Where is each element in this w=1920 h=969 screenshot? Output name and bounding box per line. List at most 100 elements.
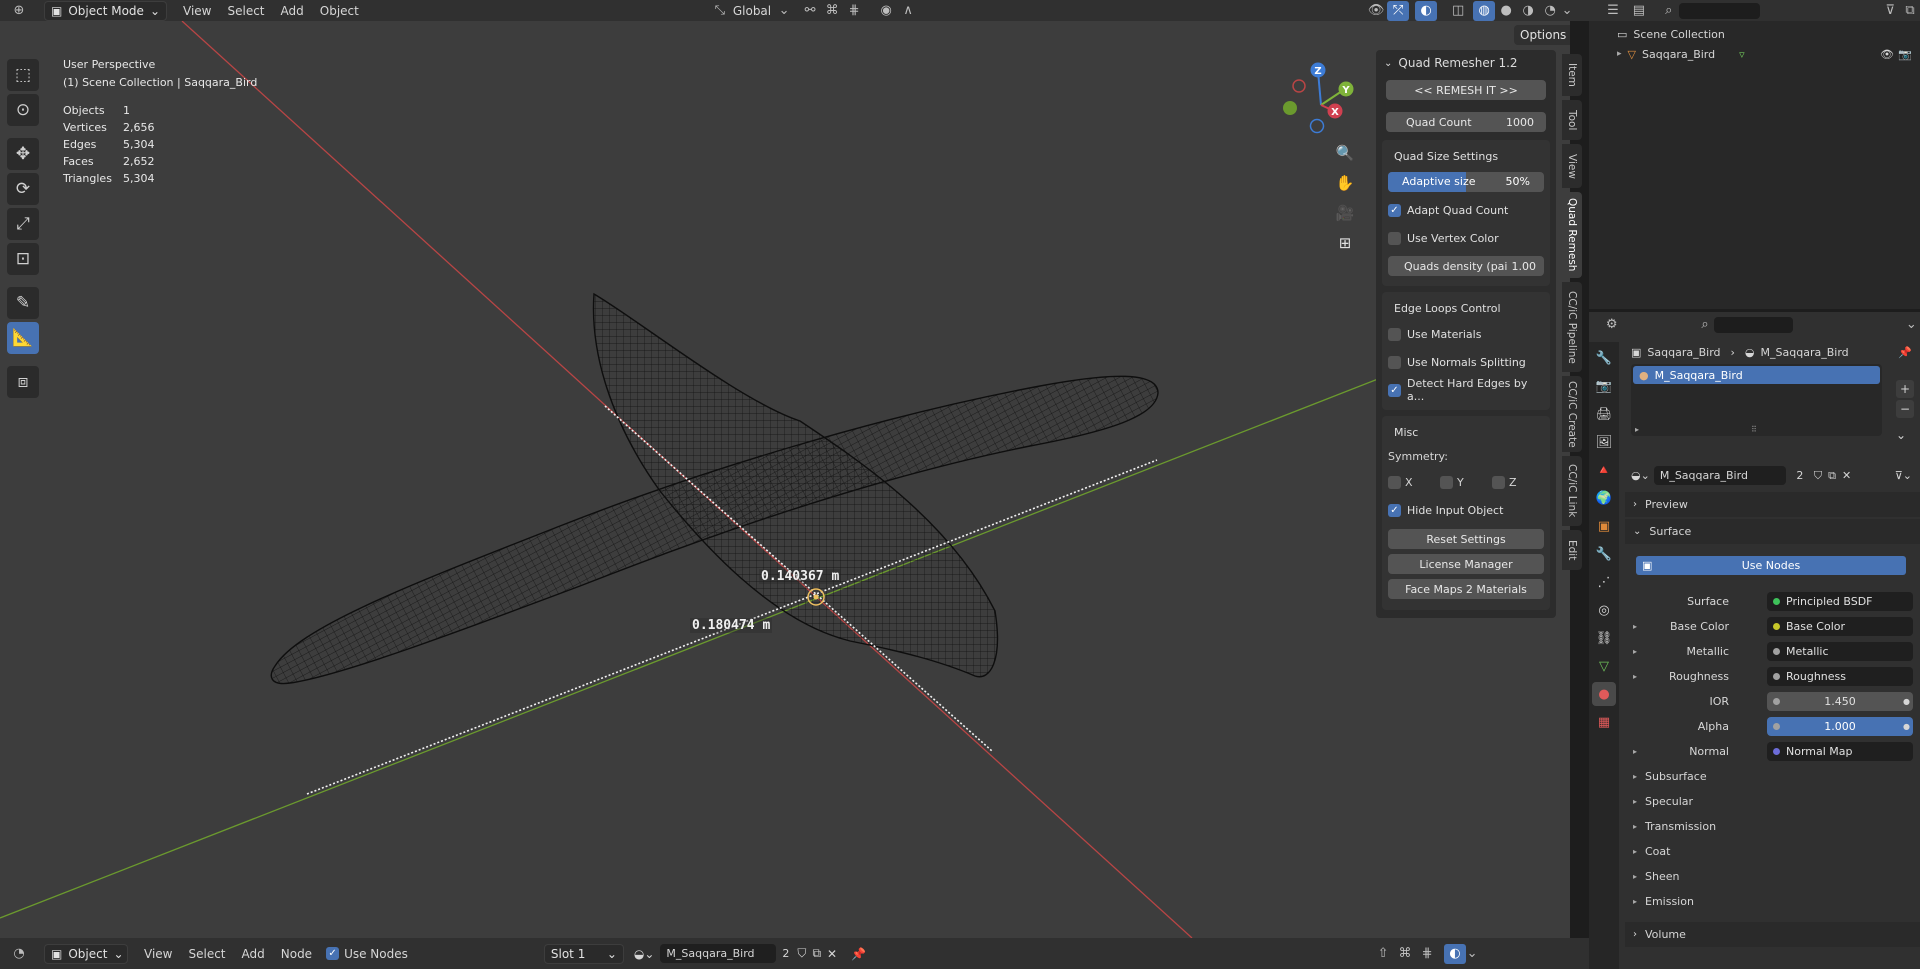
editor-type-icon[interactable]: ⊕ bbox=[8, 1, 30, 21]
slot-dropdown[interactable]: Slot 1 ⌄ bbox=[543, 943, 624, 964]
subpanel-subsurface[interactable]: ▸ Subsurface bbox=[1619, 764, 1920, 789]
material-icon[interactable]: ● bbox=[1592, 682, 1616, 706]
object-icon[interactable]: ▣ bbox=[1592, 514, 1616, 538]
cursor-icon[interactable]: ⊙ bbox=[7, 94, 39, 126]
3d-viewport[interactable]: Z Y X ⬚ ⊙ ✥ ⟳ ⤢ ⊡ ✎ 📐 ⧈ User Perspective… bbox=[0, 21, 1570, 938]
panel-surface[interactable]: ⌄ Surface bbox=[1625, 519, 1920, 544]
panel-preview[interactable]: › Preview bbox=[1625, 492, 1920, 517]
subpanel-transmission[interactable]: ▸ Transmission bbox=[1619, 814, 1920, 839]
camera-render-icon[interactable]: 📷 bbox=[1898, 48, 1912, 61]
grid-view-icon[interactable]: ⊞ bbox=[1331, 229, 1359, 257]
overlay-icon[interactable]: ◐ bbox=[1444, 943, 1467, 964]
pivot-icon[interactable]: ⚯ bbox=[799, 1, 821, 21]
search-input[interactable] bbox=[1678, 2, 1761, 19]
expand-icon[interactable]: ▸ bbox=[1635, 425, 1639, 434]
pin-icon[interactable]: 📌 bbox=[851, 947, 866, 961]
surface-shader-field[interactable]: Principled BSDF bbox=[1767, 592, 1913, 611]
transform-orientation-icon[interactable]: ⤡ bbox=[709, 1, 731, 21]
fake-user-icon[interactable]: ⛉ bbox=[797, 946, 806, 961]
tree-item-scene-collection[interactable]: ▭ Scene Collection bbox=[1589, 24, 1920, 44]
alpha-field[interactable]: 1.000 bbox=[1767, 717, 1913, 736]
subpanel-specular[interactable]: ▸ Specular bbox=[1619, 789, 1920, 814]
snap-icon[interactable]: ⌘ bbox=[821, 1, 843, 21]
symmetry-y-checkbox[interactable]: Y bbox=[1440, 475, 1492, 489]
search-icon[interactable]: ⌕ bbox=[1659, 1, 1679, 21]
adaptive-size-slider[interactable]: Adaptive size 50% bbox=[1388, 172, 1544, 192]
solid-shading-icon[interactable]: ● bbox=[1495, 1, 1517, 21]
menu-select[interactable]: Select bbox=[219, 4, 272, 18]
grip-icon[interactable]: ⠿ bbox=[1751, 425, 1757, 434]
license-manager-button[interactable]: License Manager bbox=[1388, 554, 1544, 574]
slot-specials-icon[interactable]: ⌄ bbox=[1896, 428, 1906, 442]
use-normals-splitting-checkbox[interactable]: Use Normals Splitting bbox=[1382, 348, 1550, 376]
snap-target-icon[interactable]: ⋕ bbox=[843, 1, 865, 21]
tab-quad-remesh[interactable]: Quad Remesh bbox=[1562, 192, 1582, 278]
physics-icon[interactable]: ◎ bbox=[1592, 598, 1616, 622]
editor-type-icon[interactable]: ◔ bbox=[8, 944, 30, 964]
gizmo-icon[interactable]: ⤱ bbox=[1387, 0, 1410, 21]
tab-edit[interactable]: Edit bbox=[1562, 530, 1582, 570]
material-slot-item[interactable]: ● M_Saqqara_Bird bbox=[1633, 366, 1880, 384]
duplicate-icon[interactable]: ⧉ bbox=[812, 946, 821, 961]
expand-icon[interactable]: ▸ bbox=[1617, 49, 1622, 59]
material-name-field[interactable]: M_Saqqara_Bird bbox=[660, 944, 777, 963]
fake-user-icon[interactable]: ⛉ bbox=[1814, 469, 1822, 483]
chevron-down-icon[interactable]: ⌄ bbox=[1903, 315, 1920, 335]
eye-icon[interactable]: 👁 bbox=[1880, 48, 1894, 61]
browse-material-icon[interactable]: ◒⌄ bbox=[634, 947, 655, 961]
rotate-icon[interactable]: ⟳ bbox=[7, 173, 39, 205]
snap-icon[interactable]: ⌘ bbox=[1394, 944, 1416, 964]
search-input[interactable] bbox=[1713, 316, 1793, 333]
constraints-icon[interactable]: ⛓ bbox=[1592, 626, 1616, 650]
detect-hard-edges-checkbox[interactable]: ✓ Detect Hard Edges by a... bbox=[1382, 376, 1550, 404]
output-icon[interactable]: 🖨 bbox=[1592, 402, 1616, 426]
add-cube-icon[interactable]: ⧈ bbox=[7, 366, 39, 398]
subpanel-coat[interactable]: ▸ Coat bbox=[1619, 839, 1920, 864]
expand-icon[interactable]: ▸ bbox=[1633, 622, 1637, 631]
use-nodes-button[interactable]: ▣ Use Nodes bbox=[1636, 556, 1906, 575]
ior-field[interactable]: 1.450 bbox=[1767, 692, 1913, 711]
subpanel-emission[interactable]: ▸ Emission bbox=[1619, 889, 1920, 914]
options-dropdown[interactable]: Options ⌄ bbox=[1514, 25, 1570, 45]
tool-icon[interactable]: 🔧 bbox=[1592, 346, 1616, 370]
adapt-quad-count-checkbox[interactable]: ✓ Adapt Quad Count bbox=[1382, 196, 1550, 224]
panel-header[interactable]: ⌄ Quad Remesher 1.2 bbox=[1376, 50, 1556, 76]
object-type-dropdown[interactable]: ▣ Object ⌄ bbox=[44, 943, 128, 964]
symmetry-x-checkbox[interactable]: X bbox=[1388, 475, 1440, 489]
use-vertex-color-checkbox[interactable]: Use Vertex Color bbox=[1382, 224, 1550, 252]
modifier-icon[interactable]: 🔧 bbox=[1592, 542, 1616, 566]
display-mode-icon[interactable]: ▤ bbox=[1629, 1, 1649, 21]
node-tree-icon[interactable]: ⊽⌄ bbox=[1895, 469, 1912, 482]
render-icon[interactable]: 📷 bbox=[1592, 374, 1616, 398]
move-icon[interactable]: ✥ bbox=[7, 138, 39, 170]
new-collection-icon[interactable]: ⧉ bbox=[1900, 1, 1920, 21]
unlink-icon[interactable]: ✕ bbox=[827, 947, 837, 961]
scene-icon[interactable]: 🔺 bbox=[1592, 458, 1616, 482]
symmetry-z-checkbox[interactable]: Z bbox=[1492, 475, 1544, 489]
expand-icon[interactable]: ▸ bbox=[1633, 747, 1637, 756]
tree-item-saqqara-bird[interactable]: ▸ ▽ Saqqara_Bird ▿ 👁 📷 bbox=[1589, 44, 1920, 64]
visibility-icon[interactable]: 👁 bbox=[1365, 1, 1387, 21]
face-maps-button[interactable]: Face Maps 2 Materials bbox=[1388, 579, 1544, 599]
menu-view[interactable]: View bbox=[175, 4, 219, 18]
properties-editor-icon[interactable]: ⚙ bbox=[1603, 315, 1620, 335]
user-count[interactable]: 2 bbox=[782, 947, 789, 960]
duplicate-icon[interactable]: ⧉ bbox=[1828, 469, 1836, 483]
metallic-field[interactable]: Metallic bbox=[1767, 642, 1913, 661]
hide-input-object-checkbox[interactable]: ✓ Hide Input Object bbox=[1382, 496, 1550, 524]
measure-icon[interactable]: 📐 bbox=[7, 322, 39, 354]
menu-object[interactable]: Object bbox=[312, 4, 367, 18]
select-box-icon[interactable]: ⬚ bbox=[7, 59, 39, 91]
overlay-icon[interactable]: ◐ bbox=[1415, 0, 1438, 21]
keyframe-dot-icon[interactable]: ● bbox=[1903, 722, 1910, 731]
keyframe-dot-icon[interactable]: ● bbox=[1903, 697, 1910, 706]
menu-select[interactable]: Select bbox=[180, 947, 233, 961]
remesh-button[interactable]: << REMESH IT >> bbox=[1386, 80, 1546, 100]
pin-icon[interactable]: 📌 bbox=[1898, 346, 1912, 359]
outliner-editor-icon[interactable]: ☰ bbox=[1603, 1, 1623, 21]
use-materials-checkbox[interactable]: Use Materials bbox=[1382, 320, 1550, 348]
particles-icon[interactable]: ⋰ bbox=[1592, 570, 1616, 594]
add-slot-button[interactable]: + bbox=[1896, 380, 1914, 398]
expand-icon[interactable]: ▸ bbox=[1633, 647, 1637, 656]
texture-icon[interactable]: ▦ bbox=[1592, 710, 1616, 734]
